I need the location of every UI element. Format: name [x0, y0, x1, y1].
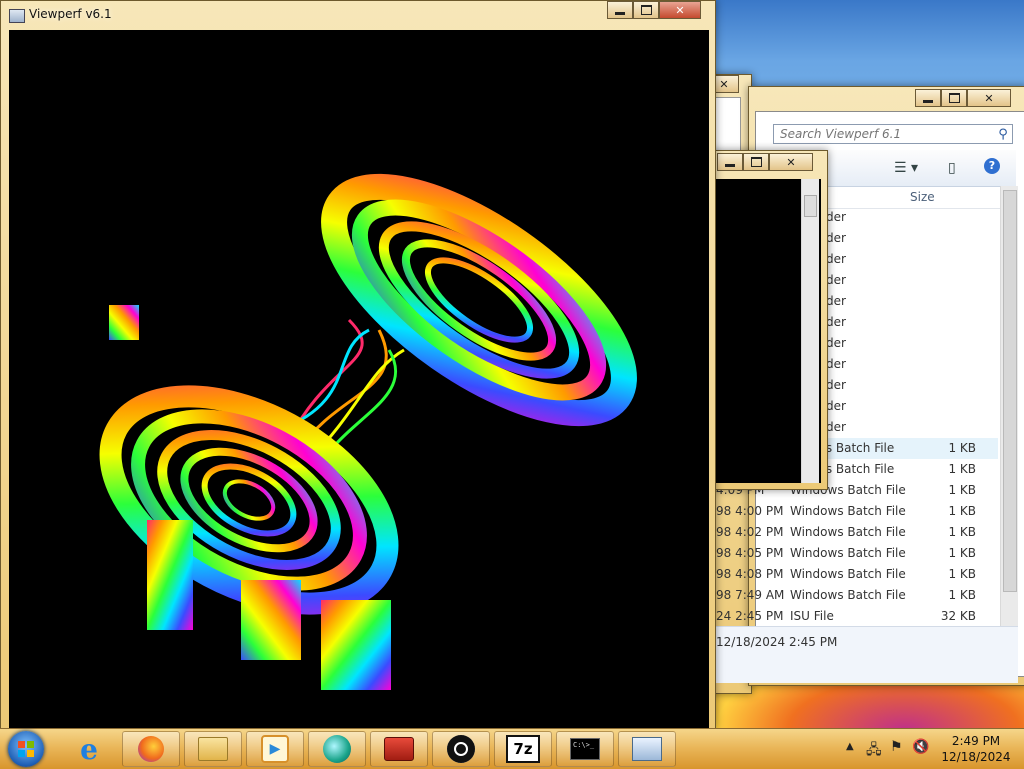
maximize-button[interactable] [633, 1, 659, 19]
taskbar-file-explorer[interactable] [184, 731, 242, 767]
file-size: 1 KB [948, 483, 976, 497]
taskbar-media-player[interactable]: ▶ [246, 731, 304, 767]
file-type: der [826, 273, 846, 287]
viewperf-window-controls: ✕ [607, 1, 701, 19]
views-icon[interactable]: ☰ ▾ [894, 160, 918, 176]
close-button[interactable]: ✕ [659, 1, 701, 19]
clock-date: 12/18/2024 [941, 750, 1011, 764]
file-type: der [826, 231, 846, 245]
file-date-modified: 98 4:05 PM [716, 546, 784, 560]
viewperf-window[interactable]: Viewperf v6.1 ✕ [0, 0, 716, 730]
file-type: der [826, 378, 846, 392]
volume-muted-icon[interactable]: 🔇 [912, 739, 929, 755]
file-size: 1 KB [948, 525, 976, 539]
file-size: 1 KB [948, 441, 976, 455]
firefox-icon [138, 736, 164, 762]
console-close-button[interactable]: ✕ [769, 153, 813, 171]
taskbar: e ▶ 7z C:\>_ ▲ 🖧 ⚑ 🔇 2:49 PM 12/18/2024 [0, 728, 1024, 769]
file-row[interactable]: 98 4:02 PM Windows Batch File 1 KB [716, 522, 998, 543]
search-input[interactable] [774, 126, 994, 142]
window-title: Viewperf v6.1 [29, 7, 112, 21]
taskbar-media-center[interactable] [308, 731, 366, 767]
file-row[interactable]: 24 2:45 PM ISU File 32 KB [716, 606, 998, 627]
file-type: Windows Batch File [790, 546, 906, 560]
taskbar-7zip[interactable]: 7z [494, 731, 552, 767]
file-date-modified: 24 2:45 PM [716, 609, 784, 623]
file-date-modified: 98 7:49 AM [716, 588, 785, 602]
file-type: der [826, 336, 846, 350]
file-size: 1 KB [948, 462, 976, 476]
details-date-modified: 12/18/2024 2:45 PM [716, 635, 838, 649]
file-type: der [826, 357, 846, 371]
console-window[interactable]: ✕ [708, 150, 828, 490]
window-app-icon [632, 737, 662, 761]
clock[interactable]: 2:49 PM 12/18/2024 [936, 733, 1016, 765]
file-type: der [826, 399, 846, 413]
file-type: der [826, 210, 846, 224]
explorer-maximize-button[interactable] [941, 89, 967, 107]
windows-logo-icon [18, 741, 34, 757]
file-type: Windows Batch File [790, 567, 906, 581]
7zip-icon: 7z [506, 735, 540, 763]
console-scroll-thumb[interactable] [804, 195, 817, 217]
clock-time: 2:49 PM [951, 734, 1001, 748]
explorer-window-controls: ✕ [915, 89, 1011, 107]
media-player-icon: ▶ [261, 735, 289, 763]
explorer-scroll-thumb[interactable] [1003, 190, 1017, 592]
start-button[interactable] [8, 731, 44, 767]
taskbar-internet-explorer[interactable]: e [60, 731, 118, 767]
help-icon[interactable]: ? [984, 158, 1000, 174]
search-input-box[interactable]: ⚲ [773, 124, 1013, 144]
search-icon[interactable]: ⚲ [994, 127, 1012, 142]
file-size: 1 KB [948, 504, 976, 518]
preview-pane-icon[interactable]: ▯ [948, 160, 956, 176]
explorer-minimize-button[interactable] [915, 89, 941, 107]
file-type: der [826, 420, 846, 434]
show-hidden-icons-icon[interactable]: ▲ [846, 741, 854, 752]
render-canvas[interactable] [9, 30, 709, 730]
taskbar-window-app[interactable] [618, 731, 676, 767]
taskbar-firefox[interactable] [122, 731, 180, 767]
action-center-flag-icon[interactable]: ⚑ [890, 739, 903, 755]
file-size: 1 KB [948, 546, 976, 560]
file-type: der [826, 294, 846, 308]
github-icon [447, 735, 475, 763]
minimize-button[interactable] [607, 1, 633, 19]
console-window-controls: ✕ [717, 153, 813, 171]
console-maximize-button[interactable] [743, 153, 769, 171]
taskbar-command-prompt[interactable]: C:\>_ [556, 731, 614, 767]
file-date-modified: 98 4:08 PM [716, 567, 784, 581]
file-type: Windows Batch File [790, 504, 906, 518]
column-size-header[interactable]: Size [910, 190, 935, 204]
file-row[interactable]: 98 4:05 PM Windows Batch File 1 KB [716, 543, 998, 564]
taskbar-github[interactable] [432, 731, 490, 767]
file-row[interactable]: 98 4:00 PM Windows Batch File 1 KB [716, 501, 998, 522]
file-type: Windows Batch File [790, 525, 906, 539]
details-pane: 12/18/2024 2:45 PM [716, 626, 1018, 683]
file-explorer-icon [198, 737, 228, 761]
file-date-modified: 98 4:02 PM [716, 525, 784, 539]
explorer-close-button[interactable]: ✕ [967, 89, 1011, 107]
file-date-modified: 98 4:00 PM [716, 504, 784, 518]
file-type: der [826, 315, 846, 329]
file-size: 1 KB [948, 567, 976, 581]
rainbow-torus-render [99, 173, 637, 690]
file-row[interactable]: 98 4:08 PM Windows Batch File 1 KB [716, 564, 998, 585]
file-size: 32 KB [940, 609, 976, 623]
command-prompt-icon: C:\>_ [570, 738, 600, 760]
toolbox-icon [384, 737, 414, 761]
media-center-icon [323, 735, 351, 763]
file-row[interactable]: 98 7:49 AM Windows Batch File 1 KB [716, 585, 998, 606]
internet-explorer-icon: e [80, 732, 98, 766]
file-type: ISU File [790, 609, 834, 623]
file-size: 1 KB [948, 588, 976, 602]
console-scrollbar[interactable] [801, 179, 819, 483]
explorer-scrollbar[interactable] [1000, 186, 1018, 626]
file-type: Windows Batch File [790, 588, 906, 602]
taskbar-toolbox[interactable] [370, 731, 428, 767]
network-icon[interactable]: 🖧 [866, 739, 882, 763]
app-icon [9, 9, 25, 23]
file-type: der [826, 252, 846, 266]
console-minimize-button[interactable] [717, 153, 743, 171]
